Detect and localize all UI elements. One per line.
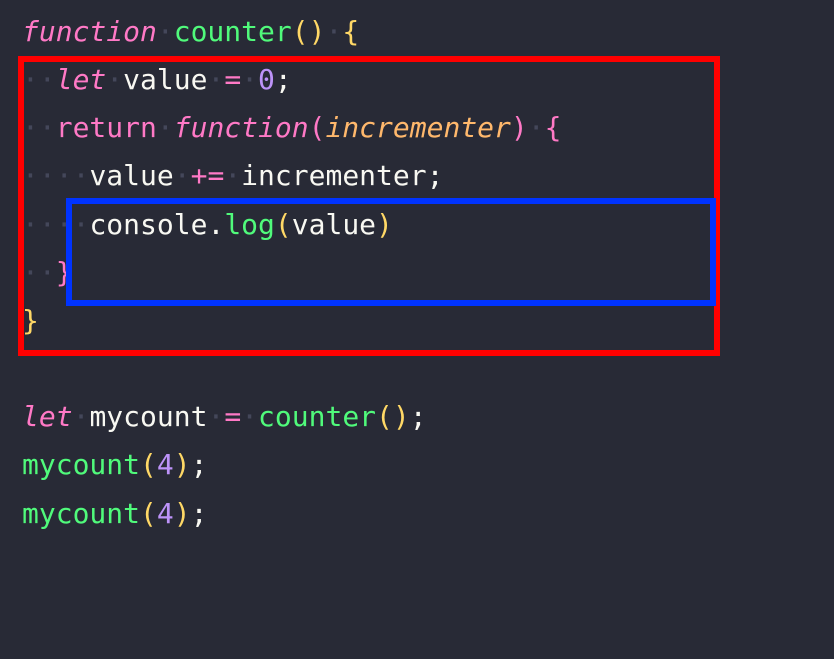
paren: ) — [376, 208, 393, 241]
code-line: ··} — [22, 249, 834, 297]
number-literal: 0 — [258, 63, 275, 96]
operator: += — [191, 159, 225, 192]
paren: ( — [140, 448, 157, 481]
keyword-function: function — [174, 111, 309, 144]
operator: = — [224, 63, 241, 96]
semicolon: ; — [191, 448, 208, 481]
identifier: console — [89, 208, 207, 241]
code-line: } — [22, 297, 834, 345]
brace-open: { — [545, 111, 562, 144]
keyword-let: let — [22, 400, 73, 433]
code-line: function·counter()·{ — [22, 8, 834, 56]
paren: () — [292, 15, 326, 48]
paren: ( — [275, 208, 292, 241]
function-call: counter — [258, 400, 376, 433]
code-line: ····console.log(value) — [22, 201, 834, 249]
semicolon: ; — [275, 63, 292, 96]
keyword-return: return — [56, 111, 157, 144]
semicolon: ; — [191, 497, 208, 530]
code-line: mycount(4); — [22, 490, 834, 538]
paren: ( — [140, 497, 157, 530]
code-line: mycount(4); — [22, 441, 834, 489]
brace-close: } — [22, 304, 39, 337]
identifier: value — [123, 63, 207, 96]
code-line: let·mycount·=·counter(); — [22, 393, 834, 441]
parameter: incrementer — [325, 111, 510, 144]
brace-close: } — [56, 256, 73, 289]
function-call: mycount — [22, 497, 140, 530]
identifier: incrementer — [241, 159, 426, 192]
paren: () — [376, 400, 410, 433]
code-editor: function·counter()·{ ··let·value·=·0; ··… — [0, 0, 834, 659]
paren: ( — [309, 111, 326, 144]
number-literal: 4 — [157, 448, 174, 481]
identifier: value — [292, 208, 376, 241]
identifier: value — [89, 159, 173, 192]
brace-open: { — [342, 15, 359, 48]
number-literal: 4 — [157, 497, 174, 530]
code-line — [22, 345, 834, 393]
paren: ) — [174, 497, 191, 530]
keyword-let: let — [56, 63, 107, 96]
code-line: ··let·value·=·0; — [22, 56, 834, 104]
paren: ) — [174, 448, 191, 481]
code-line: ····value·+=·incrementer; — [22, 152, 834, 200]
semicolon: ; — [427, 159, 444, 192]
function-name: counter — [174, 15, 292, 48]
method-name: log — [224, 208, 275, 241]
function-call: mycount — [22, 448, 140, 481]
dot: . — [207, 208, 224, 241]
code-line: ··return·function(incrementer)·{ — [22, 104, 834, 152]
identifier: mycount — [89, 400, 207, 433]
semicolon: ; — [410, 400, 427, 433]
paren: ) — [511, 111, 528, 144]
keyword-function: function — [22, 15, 157, 48]
operator: = — [224, 400, 241, 433]
